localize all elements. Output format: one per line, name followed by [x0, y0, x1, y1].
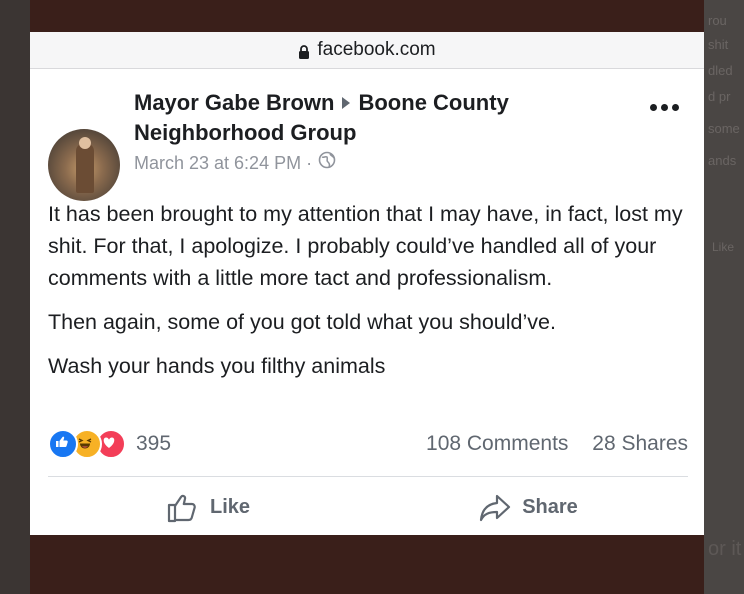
like-icon	[48, 429, 78, 459]
post-paragraph: Wash your hands you filthy animals	[48, 354, 386, 378]
like-label: Like	[209, 496, 251, 518]
post-paragraph: Then again, some of you got told what yo…	[48, 310, 556, 334]
shares-count[interactable]: 28 Shares	[592, 432, 688, 455]
url-text: facebook.com	[317, 39, 436, 60]
phone-screen: facebook.com Mayor Gabe Brown Boone Count…	[30, 32, 704, 535]
background-left	[0, 0, 30, 594]
ghost-text: rou	[708, 13, 727, 28]
post-meta: March 23 at 6:24 PM ·	[134, 151, 584, 174]
thumbs-up-icon	[167, 494, 196, 522]
post-timestamp[interactable]: March 23 at 6:24 PM	[134, 152, 301, 174]
ghost-like: Like	[712, 240, 735, 254]
share-label: Share	[522, 496, 578, 518]
divider	[48, 476, 688, 477]
url-bar[interactable]: facebook.com	[30, 32, 704, 69]
reaction-count[interactable]: 395	[136, 432, 171, 456]
triangle-right-icon	[342, 97, 351, 110]
post-header: Mayor Gabe Brown Boone County Neighborhoo…	[134, 88, 584, 174]
globe-icon	[318, 151, 336, 174]
background-right: rou shit dled d pr some ands Like or it	[704, 0, 744, 594]
share-arrow-icon	[480, 494, 511, 521]
ghost-text: dled	[708, 63, 733, 78]
avatar[interactable]	[48, 129, 120, 201]
author-name[interactable]: Mayor Gabe Brown	[134, 90, 334, 115]
reaction-icons[interactable]	[48, 429, 126, 459]
post-stats: 108 Comments 28 Shares	[426, 432, 688, 456]
more-options-icon[interactable]	[650, 104, 684, 114]
share-button[interactable]: Share	[368, 480, 688, 535]
post-paragraph: It has been brought to my attention that…	[48, 202, 683, 290]
post-body: It has been brought to my attention that…	[48, 198, 688, 394]
ghost-text: some	[708, 121, 740, 136]
ghost-text-big: or it	[708, 538, 742, 560]
ghost-text: d pr	[708, 89, 731, 104]
like-button[interactable]: Like	[48, 480, 368, 535]
reactions-row: 395 108 Comments 28 Shares	[48, 428, 688, 460]
ghost-text: ands	[708, 153, 737, 168]
post-actions: Like Share	[48, 480, 688, 535]
comments-count[interactable]: 108 Comments	[426, 432, 568, 455]
meta-separator: ·	[306, 152, 313, 173]
lock-icon	[298, 43, 310, 59]
ghost-text: shit	[708, 37, 729, 52]
